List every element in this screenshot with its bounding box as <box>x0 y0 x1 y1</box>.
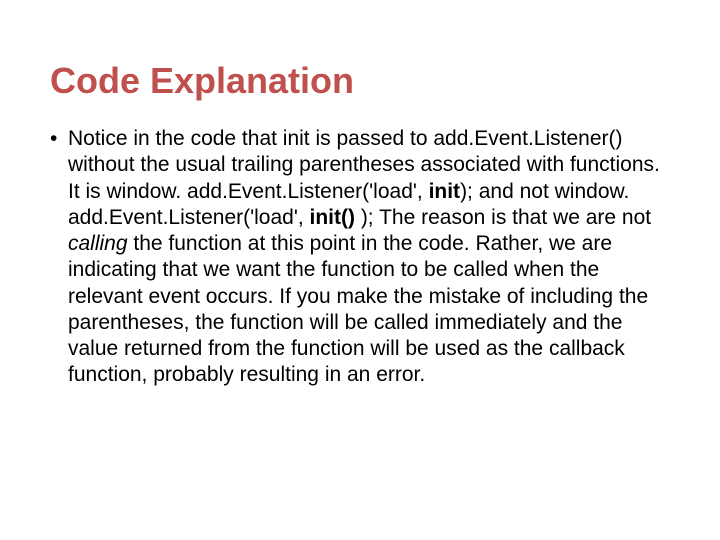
body-text: Notice in the code that init is passed t… <box>68 127 666 386</box>
text-segment: ); The reason is that we are not <box>355 206 657 229</box>
bullet-icon: • <box>50 126 57 152</box>
text-segment: init() <box>310 206 355 229</box>
text-segment: calling <box>68 232 128 255</box>
list-item: • Notice in the code that init is passed… <box>50 126 670 389</box>
text-segment: the function at this point in the code. … <box>68 232 654 386</box>
slide-title: Code Explanation <box>50 60 670 102</box>
body-list: • Notice in the code that init is passed… <box>50 126 670 389</box>
text-segment: init <box>429 180 461 203</box>
slide-container: Code Explanation • Notice in the code th… <box>0 0 720 540</box>
